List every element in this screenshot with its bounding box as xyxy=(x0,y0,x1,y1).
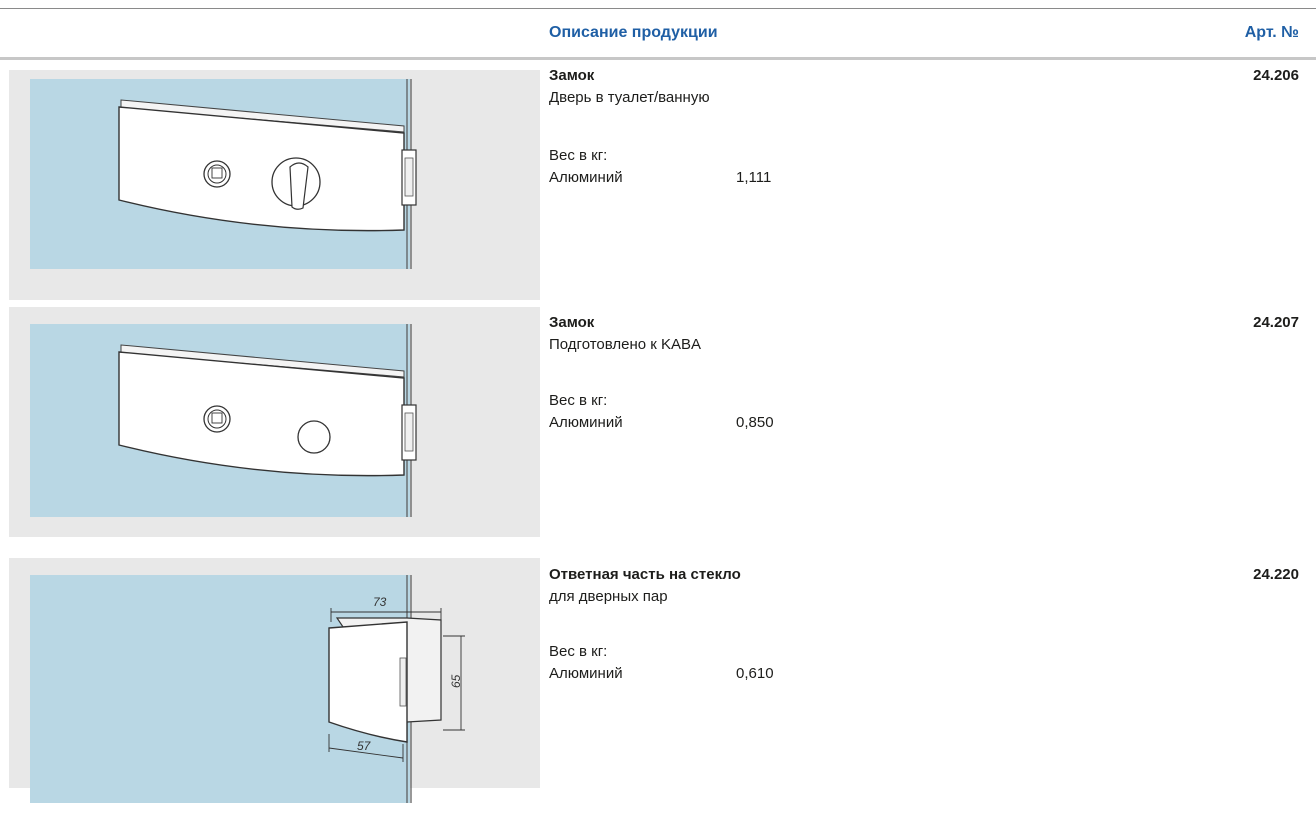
product-subtitle: Подготовлено к KABA xyxy=(549,336,702,353)
weight-value: 1,111 xyxy=(736,169,772,186)
column-header-description: Описание продукции xyxy=(549,24,718,41)
dim-width: 73 xyxy=(373,595,387,609)
article-number: 24.207 xyxy=(1253,314,1299,331)
article-number: 24.220 xyxy=(1253,566,1299,583)
weight-value: 0,610 xyxy=(736,665,774,682)
product-subtitle: для дверных пар xyxy=(549,588,668,605)
product-title: Ответная часть на стекло xyxy=(549,566,741,583)
product-image-lock-wc xyxy=(9,70,540,300)
header-rule xyxy=(0,57,1316,60)
weight-label: Вес в кг: xyxy=(549,643,608,660)
product-subtitle: Дверь в туалет/ванную xyxy=(549,89,710,106)
dim-depth: 57 xyxy=(357,739,372,753)
weight-label: Вес в кг: xyxy=(549,392,608,409)
article-number: 24.206 xyxy=(1253,67,1299,84)
material-label: Алюминий xyxy=(549,665,623,682)
weight-label: Вес в кг: xyxy=(549,147,608,164)
product-image-lock-kaba xyxy=(9,307,540,537)
weight-value: 0,850 xyxy=(736,414,774,431)
column-header-article: Арт. № xyxy=(1244,24,1299,41)
product-title: Замок xyxy=(549,67,595,84)
material-label: Алюминий xyxy=(549,414,623,431)
product-title: Замок xyxy=(549,314,595,331)
dim-height: 65 xyxy=(449,674,463,688)
product-image-glass-strike: 73 65 57 xyxy=(9,558,540,803)
material-label: Алюминий xyxy=(549,169,623,186)
